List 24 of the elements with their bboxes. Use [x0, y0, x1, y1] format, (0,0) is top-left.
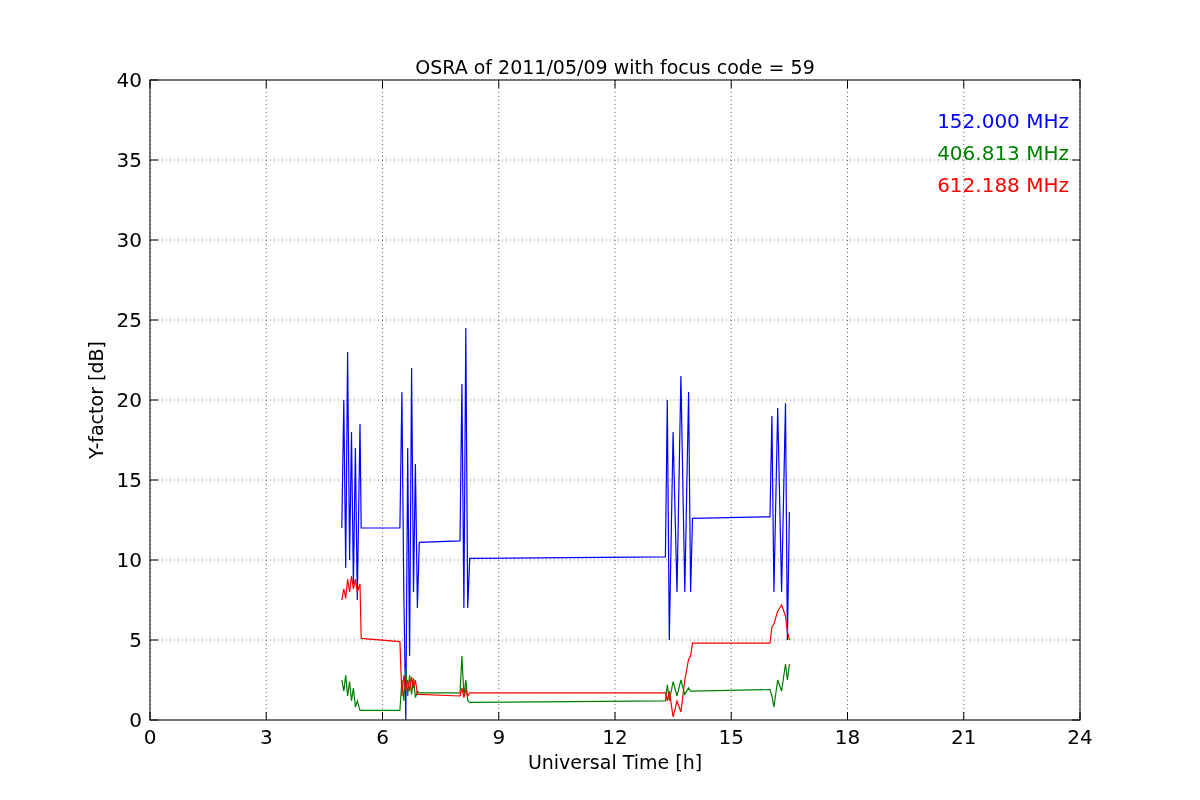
x-tick-label: 15 — [718, 725, 744, 749]
x-tick-label: 0 — [143, 725, 157, 749]
y-tick-label: 35 — [116, 148, 142, 172]
y-tick-label: 15 — [116, 468, 142, 492]
x-axis-label: Universal Time [h] — [527, 751, 703, 773]
y-axis-label: Y-factor [dB] — [85, 341, 107, 459]
y-tick-label: 30 — [116, 228, 142, 252]
legend-label: 406.813 MHz — [937, 141, 1069, 165]
x-tick-label: 18 — [834, 725, 861, 749]
legend-label: 152.000 MHz — [937, 109, 1069, 133]
y-tick-label: 40 — [116, 68, 142, 92]
x-tick-label: 21 — [951, 725, 977, 749]
x-tick-label: 3 — [259, 725, 273, 749]
y-tick-label: 10 — [116, 548, 142, 572]
y-tick-label: 0 — [129, 708, 142, 732]
y-tick-label: 20 — [116, 388, 142, 412]
x-tick-label: 12 — [602, 725, 628, 749]
x-tick-label: 24 — [1067, 725, 1093, 749]
chart-title: OSRA of 2011/05/09 with focus code = 59 — [415, 56, 815, 78]
x-tick-label: 9 — [492, 725, 506, 749]
y-tick-label: 25 — [116, 308, 142, 332]
x-tick-label: 6 — [376, 725, 389, 749]
y-tick-label: 5 — [129, 628, 142, 652]
legend-label: 612.188 MHz — [937, 173, 1069, 197]
